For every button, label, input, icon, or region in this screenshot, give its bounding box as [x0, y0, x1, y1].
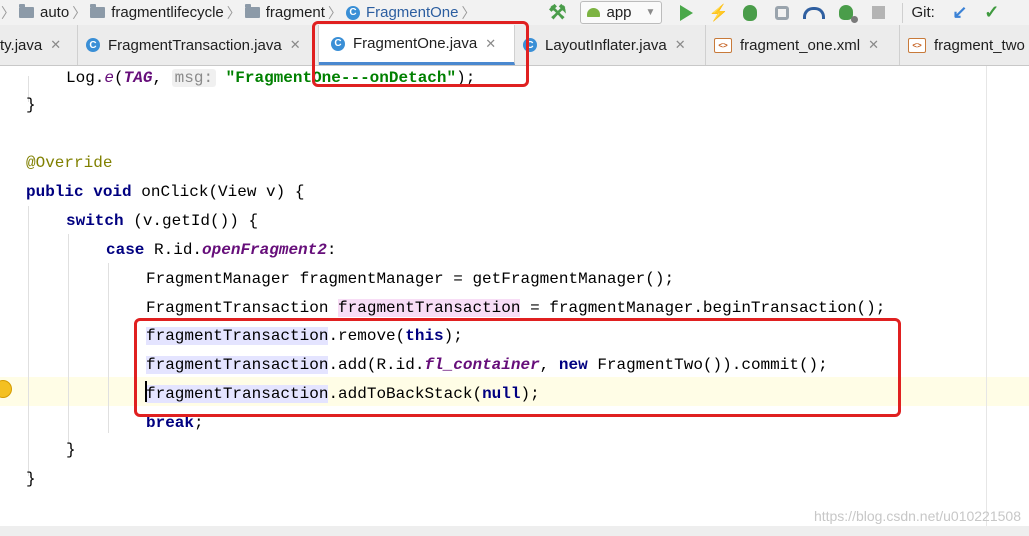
code-line: @Override [26, 154, 113, 172]
debug-button[interactable] [739, 2, 761, 24]
code-line: switch (v.getId()) { [66, 212, 259, 230]
breadcrumb-fragmentlifecycle[interactable]: fragmentlifecycle 〉 [90, 3, 245, 23]
run-button[interactable] [675, 2, 697, 24]
breadcrumb-label: FragmentOne [365, 4, 459, 21]
indent-guide [28, 206, 29, 476]
xml-file-icon: <> [908, 37, 926, 53]
chevron-right-icon: 〉 [226, 4, 241, 21]
attach-debugger-button[interactable] [835, 2, 859, 24]
coverage-button[interactable] [771, 2, 793, 24]
close-icon[interactable]: ✕ [868, 37, 879, 53]
class-icon: C [523, 38, 537, 52]
stop-icon [871, 6, 885, 19]
chevron-right-icon: 〉 [461, 4, 476, 21]
chevron-right-icon: 〉 [1, 4, 15, 21]
chevron-right-icon: 〉 [72, 4, 87, 21]
indent-guide [108, 263, 109, 433]
tab-layoutinflater-java[interactable]: C LayoutInflater.java ✕ [515, 25, 706, 65]
git-update-button[interactable]: ↙ [949, 2, 971, 24]
code-line: public void onClick(View v) { [26, 183, 305, 201]
status-strip [0, 526, 1029, 536]
code-line: fragmentTransaction.add(R.id.fl_containe… [146, 356, 828, 374]
code-line: } [66, 441, 76, 459]
tab-fragmenttransaction-java[interactable]: C FragmentTransaction.java ✕ [78, 25, 319, 65]
tab-label: LayoutInflater.java [545, 36, 667, 54]
toolbar-divider [902, 2, 904, 23]
run-configuration-select[interactable]: app ▼ [579, 1, 663, 24]
tab-label: ty.java [0, 36, 43, 54]
breadcrumb-label: fragmentlifecycle [111, 4, 224, 21]
breadcrumb-root[interactable]: 〉 [0, 3, 19, 23]
indent-guide [68, 234, 69, 444]
tab-label: FragmentTransaction.java [108, 36, 282, 54]
close-icon[interactable]: ✕ [675, 37, 686, 53]
arrow-down-left-icon: ↙ [952, 2, 968, 22]
code-line: } [26, 96, 36, 114]
build-button[interactable]: ⚒ [547, 2, 569, 24]
gauge-icon [803, 6, 826, 19]
coverage-icon [775, 5, 790, 20]
navigation-bar: 〉 auto 〉 fragmentlifecycle 〉 fragment 〉 … [0, 0, 1029, 25]
tab-label: fragment_one.xml [740, 36, 861, 54]
text-cursor [145, 381, 147, 402]
git-label: Git: [911, 4, 935, 21]
tab-label: FragmentOne.java [353, 35, 478, 52]
code-line: fragmentTransaction.addToBackStack(null)… [146, 385, 540, 403]
play-icon [679, 4, 693, 21]
attach-debugger-icon [839, 5, 859, 23]
parameter-hint: msg: [171, 69, 217, 87]
class-icon: C [331, 36, 345, 51]
tab-fragment-one-xml[interactable]: <> fragment_one.xml ✕ [706, 25, 900, 65]
right-margin-guide [986, 66, 987, 526]
code-line: } [26, 470, 36, 488]
tab-label: fragment_two [934, 36, 1025, 54]
folder-icon [90, 4, 106, 18]
run-configuration-label: app [606, 4, 632, 21]
breadcrumb-label: fragment [265, 4, 325, 21]
bug-icon [743, 4, 758, 21]
code-editor[interactable]: Log.e(TAG, msg: "FragmentOne---onDetach"… [0, 66, 1029, 526]
code-line: FragmentTransaction fragmentTransaction … [146, 299, 886, 317]
folder-icon [19, 4, 34, 18]
breadcrumb-auto[interactable]: auto 〉 [19, 3, 90, 23]
breadcrumb-fragmentone[interactable]: C FragmentOne 〉 [345, 3, 480, 23]
class-icon: C [345, 5, 360, 20]
breadcrumb-label: auto [40, 4, 70, 21]
git-commit-button[interactable]: ✓ [981, 2, 1003, 24]
chevron-right-icon: 〉 [327, 4, 342, 21]
folder-icon [244, 4, 260, 18]
code-line: break; [146, 414, 204, 432]
close-icon[interactable]: ✕ [290, 37, 301, 53]
checkmark-icon: ✓ [984, 2, 1000, 22]
tab-fragment-two-xml[interactable]: <> fragment_two [900, 25, 1029, 65]
stop-button[interactable] [867, 2, 889, 24]
profile-button[interactable] [803, 2, 826, 24]
apply-changes-button[interactable]: ⚡ [707, 2, 729, 24]
lightning-icon: ⚡ [708, 4, 729, 22]
close-icon[interactable]: ✕ [50, 37, 61, 53]
code-line: FragmentManager fragmentManager = getFra… [146, 270, 675, 288]
android-icon [586, 8, 600, 17]
xml-file-icon: <> [714, 37, 732, 53]
class-icon: C [86, 38, 100, 52]
hammer-icon: ⚒ [548, 2, 567, 24]
watermark: https://blog.csdn.net/u010221508 [813, 508, 1021, 524]
code-line: fragmentTransaction.remove(this); [146, 327, 463, 345]
code-line: Log.e(TAG, msg: "FragmentOne---onDetach"… [66, 69, 476, 87]
tab-fragmentone-java[interactable]: C FragmentOne.java ✕ [319, 25, 515, 65]
code-line: case R.id.openFragment2: [106, 241, 337, 259]
breadcrumb-fragment[interactable]: fragment 〉 [244, 3, 346, 23]
editor-tab-bar: ty.java ✕ C FragmentTransaction.java ✕ C… [0, 25, 1029, 66]
close-icon[interactable]: ✕ [485, 36, 496, 52]
tab-ty-java[interactable]: ty.java ✕ [0, 25, 78, 65]
chevron-down-icon: ▼ [645, 7, 656, 18]
